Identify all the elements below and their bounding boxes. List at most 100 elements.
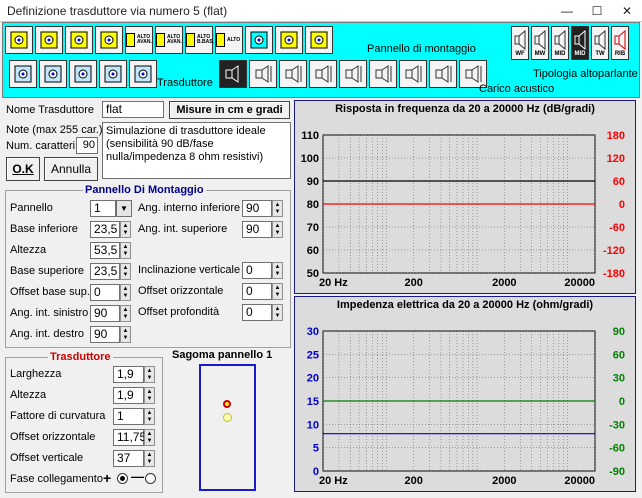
transducer-field-2-spinner[interactable]: ▲ ▼	[144, 387, 155, 404]
mount-right-field-4[interactable]: 0	[242, 283, 272, 300]
transducer-button-1[interactable]	[9, 60, 37, 88]
mount-right-field-2[interactable]: 90	[242, 221, 272, 238]
mount-left-field-2-spinner[interactable]: ▲ ▼	[120, 221, 131, 238]
spin-down-icon[interactable]: ▼	[121, 314, 130, 322]
spin-down-icon[interactable]: ▼	[273, 313, 282, 321]
transducer-field-1-spinner[interactable]: ▲ ▼	[144, 366, 155, 383]
transducer-field-5-spinner[interactable]: ▲ ▼	[144, 450, 155, 467]
acoustic-button-4[interactable]	[309, 60, 337, 88]
transducer-field-4-spinner[interactable]: ▲ ▼	[144, 429, 155, 446]
phase-minus-radio[interactable]	[145, 473, 156, 484]
mount-left-field-2[interactable]: 23,5	[90, 221, 120, 238]
mount-left-field-5-spinner[interactable]: ▲ ▼	[120, 284, 131, 301]
spin-up-icon[interactable]: ▲	[145, 451, 154, 459]
mount-right-field-3-spinner[interactable]: ▲ ▼	[272, 262, 283, 279]
mount-button-4[interactable]	[95, 26, 123, 54]
spin-down-icon[interactable]: ▼	[121, 293, 130, 301]
close-button[interactable]: ✕	[612, 0, 642, 22]
transducer-button-4[interactable]	[99, 60, 127, 88]
mount-right-field-3[interactable]: 0	[242, 262, 272, 279]
speaker-type-button-6[interactable]: RIB	[611, 26, 629, 60]
mount-button-10[interactable]	[275, 26, 303, 54]
transducer-field-2[interactable]: 1,9	[113, 387, 144, 404]
mount-right-field-5-spinner[interactable]: ▲ ▼	[272, 304, 283, 321]
transducer-field-4[interactable]: 11,75	[113, 429, 146, 446]
speaker-type-button-5[interactable]: TW	[591, 26, 609, 60]
cancel-button[interactable]: Annulla	[44, 157, 98, 181]
speaker-type-button-3[interactable]: MID	[551, 26, 569, 60]
mount-button-8[interactable]: ALTO	[215, 26, 243, 54]
acoustic-button-8[interactable]	[429, 60, 457, 88]
spin-down-icon[interactable]: ▼	[273, 230, 282, 238]
mount-left-field-3[interactable]: 53,5	[90, 242, 120, 259]
speaker-type-button-2[interactable]: MW	[531, 26, 549, 60]
mount-button-2[interactable]	[35, 26, 63, 54]
note-textarea[interactable]: Simulazione di trasduttore ideale (sensi…	[102, 122, 291, 179]
spin-down-icon[interactable]: ▼	[273, 271, 282, 279]
mount-left-field-5[interactable]: 0	[90, 284, 120, 301]
spin-up-icon[interactable]: ▲	[121, 306, 130, 314]
spin-up-icon[interactable]: ▲	[121, 243, 130, 251]
speaker-type-button-4[interactable]: MID	[571, 26, 589, 60]
spin-down-icon[interactable]: ▼	[273, 209, 282, 217]
mount-left-field-6[interactable]: 90	[90, 305, 120, 322]
acoustic-button-5[interactable]	[339, 60, 367, 88]
mount-right-field-2-spinner[interactable]: ▲ ▼	[272, 221, 283, 238]
acoustic-button-3[interactable]	[279, 60, 307, 88]
name-input[interactable]: flat	[102, 101, 164, 118]
mount-button-6[interactable]: ALTO AVAN.	[155, 26, 183, 54]
mount-left-field-4-spinner[interactable]: ▲ ▼	[120, 263, 131, 280]
spin-up-icon[interactable]: ▲	[273, 305, 282, 313]
spin-up-icon[interactable]: ▲	[145, 388, 154, 396]
spin-up-icon[interactable]: ▲	[121, 222, 130, 230]
spin-down-icon[interactable]: ▼	[145, 438, 154, 446]
spin-up-icon[interactable]: ▲	[145, 430, 154, 438]
acoustic-button-2[interactable]	[249, 60, 277, 88]
transducer-field-1[interactable]: 1,9	[113, 366, 144, 383]
spin-up-icon[interactable]: ▲	[145, 409, 154, 417]
dropdown-arrow-icon[interactable]: ▼	[116, 200, 132, 217]
speaker-type-button-1[interactable]: WF	[511, 26, 529, 60]
spin-up-icon[interactable]: ▲	[273, 222, 282, 230]
mount-left-field-4[interactable]: 23,5	[90, 263, 120, 280]
phase-plus-radio[interactable]	[117, 473, 128, 484]
mount-left-field-3-spinner[interactable]: ▲ ▼	[120, 242, 131, 259]
mount-button-5[interactable]: ALTO AVAN.	[125, 26, 153, 54]
mount-button-1[interactable]	[5, 26, 33, 54]
mount-left-field-7-spinner[interactable]: ▲ ▼	[120, 326, 131, 343]
ok-button[interactable]: O.K	[6, 157, 40, 181]
mount-right-field-1[interactable]: 90	[242, 200, 272, 217]
mount-right-field-4-spinner[interactable]: ▲ ▼	[272, 283, 283, 300]
spin-down-icon[interactable]: ▼	[145, 375, 154, 383]
transducer-field-3-spinner[interactable]: ▲ ▼	[144, 408, 155, 425]
spin-down-icon[interactable]: ▼	[145, 396, 154, 404]
spin-up-icon[interactable]: ▲	[273, 263, 282, 271]
transducer-field-3[interactable]: 1	[113, 408, 144, 425]
mount-right-field-5[interactable]: 0	[242, 304, 272, 321]
minimize-button[interactable]: —	[552, 0, 582, 22]
mount-button-3[interactable]	[65, 26, 93, 54]
mount-button-11[interactable]	[305, 26, 333, 54]
acoustic-button-7[interactable]	[399, 60, 427, 88]
mount-right-field-1-spinner[interactable]: ▲ ▼	[272, 200, 283, 217]
transducer-button-3[interactable]	[69, 60, 97, 88]
mount-button-7[interactable]: ALTO B.BAS.	[185, 26, 214, 54]
mount-left-field-7[interactable]: 90	[90, 326, 120, 343]
spin-up-icon[interactable]: ▲	[121, 327, 130, 335]
acoustic-button-1[interactable]	[219, 60, 247, 88]
spin-up-icon[interactable]: ▲	[273, 201, 282, 209]
spin-down-icon[interactable]: ▼	[121, 251, 130, 259]
panel-select[interactable]: 1	[90, 200, 116, 217]
transducer-field-5[interactable]: 37	[113, 450, 144, 467]
spin-down-icon[interactable]: ▼	[273, 292, 282, 300]
maximize-button[interactable]: ☐	[582, 0, 612, 22]
spin-up-icon[interactable]: ▲	[273, 284, 282, 292]
spin-down-icon[interactable]: ▼	[121, 230, 130, 238]
spin-up-icon[interactable]: ▲	[121, 264, 130, 272]
mount-button-9[interactable]	[245, 26, 273, 54]
spin-down-icon[interactable]: ▼	[121, 335, 130, 343]
transducer-button-2[interactable]	[39, 60, 67, 88]
spin-down-icon[interactable]: ▼	[121, 272, 130, 280]
spin-up-icon[interactable]: ▲	[145, 367, 154, 375]
transducer-button-5[interactable]	[129, 60, 157, 88]
